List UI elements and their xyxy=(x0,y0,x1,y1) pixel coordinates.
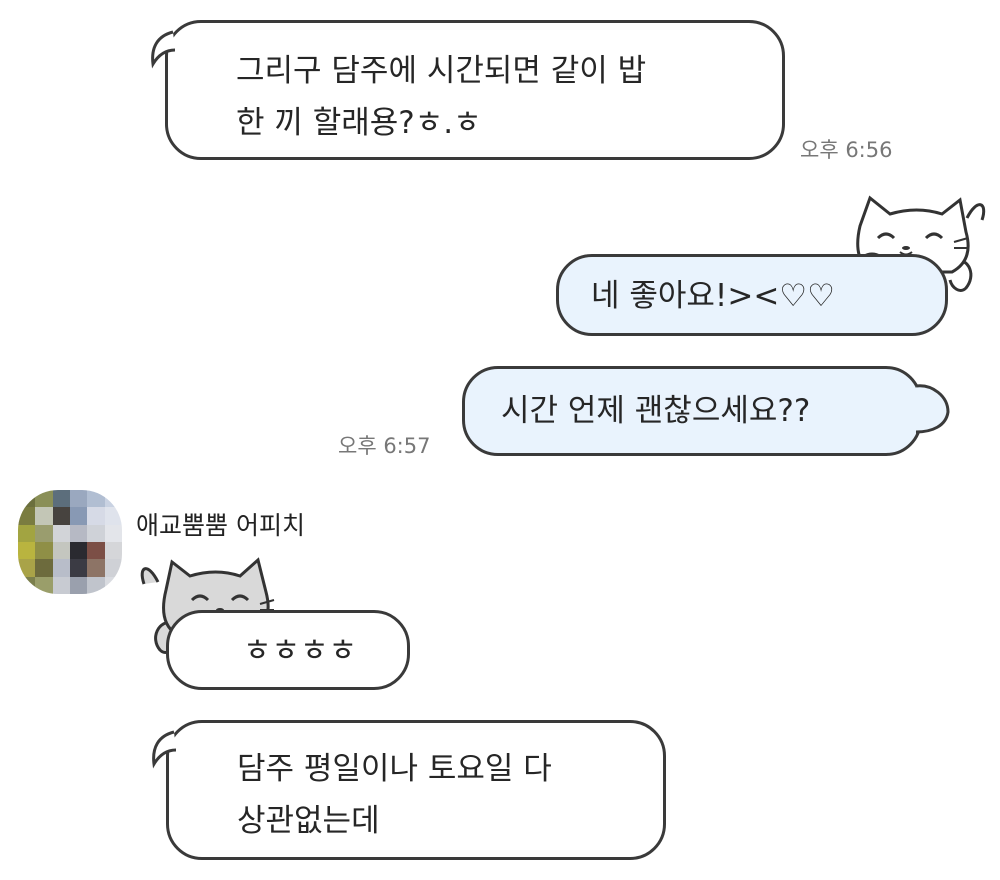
message-text: 그리구 담주에 시간되면 같이 밥 한 끼 할래용?ㅎ.ㅎ xyxy=(236,53,647,141)
bubble-tail xyxy=(151,30,176,69)
avatar[interactable] xyxy=(18,490,122,594)
message-bubble-1[interactable]: 그리구 담주에 시간되면 같이 밥 한 끼 할래용?ㅎ.ㅎ xyxy=(165,20,785,160)
timestamp: 오후 6:57 xyxy=(338,434,431,458)
bubble-tail xyxy=(915,384,950,434)
message-text: 시간 언제 괜찮으세요?? xyxy=(501,393,811,429)
bubble-tail xyxy=(152,730,177,769)
message-text: 담주 평일이나 토요일 다 상관없는데 xyxy=(237,751,552,839)
sender-name: 애교뿜뿜 어피치 xyxy=(136,511,305,540)
message-bubble-4[interactable]: ㅎㅎㅎㅎ xyxy=(166,610,410,690)
message-text: 네 좋아요!><♡♡ xyxy=(591,278,835,314)
timestamp: 오후 6:56 xyxy=(800,138,893,162)
message-bubble-3[interactable]: 시간 언제 괜찮으세요?? xyxy=(462,366,922,456)
message-bubble-5[interactable]: 담주 평일이나 토요일 다 상관없는데 xyxy=(166,720,666,860)
message-text: ㅎㅎㅎㅎ xyxy=(243,633,358,669)
message-bubble-2[interactable]: 네 좋아요!><♡♡ xyxy=(556,254,948,336)
